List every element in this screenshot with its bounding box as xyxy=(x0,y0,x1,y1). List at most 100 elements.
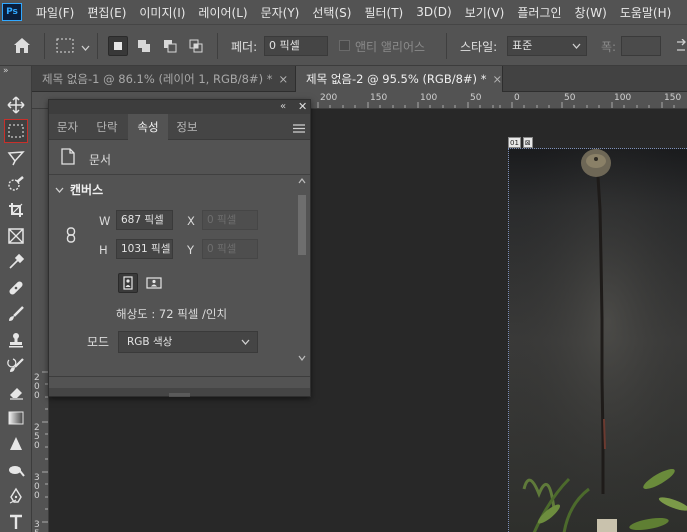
width-label: W xyxy=(99,214,111,228)
marquee-icon[interactable] xyxy=(4,119,28,143)
blur-icon[interactable] xyxy=(4,432,28,456)
ruler-label: 250 xyxy=(34,423,40,451)
chevron-down-icon[interactable] xyxy=(55,183,64,197)
menu-filter[interactable]: 필터(T) xyxy=(358,4,410,21)
menu-view[interactable]: 보기(V) xyxy=(459,4,512,21)
tab-info[interactable]: 정보 xyxy=(168,114,206,140)
chevron-down-icon xyxy=(241,339,250,345)
dodge-icon[interactable] xyxy=(4,458,28,482)
style-select-value: 표준 xyxy=(512,39,533,52)
menu-plugins[interactable]: 플러그인 xyxy=(511,4,568,21)
marquee-preset-icon[interactable] xyxy=(56,38,74,56)
chevron-down-icon[interactable] xyxy=(81,41,90,55)
style-select[interactable]: 표준 xyxy=(507,36,587,56)
menu-help[interactable]: 도움말(H) xyxy=(614,4,679,21)
swap-icon[interactable] xyxy=(675,38,687,56)
menu-type[interactable]: 문자(Y) xyxy=(255,4,307,21)
tab-document-1[interactable]: 제목 없음-1 @ 86.1% (레이어 1, RGB/8#) * × xyxy=(32,66,296,92)
panel-scrollbar[interactable] xyxy=(297,178,307,366)
close-icon[interactable]: × xyxy=(278,72,288,86)
options-bar: 페더: 0 픽셀 앤티 앨리어스 스타일: 표준 폭: xyxy=(0,24,687,66)
add-selection-button[interactable] xyxy=(134,36,154,56)
menu-image[interactable]: 이미지(I) xyxy=(133,4,192,21)
ruler-label: 200 xyxy=(34,373,40,401)
properties-panel: « ✕ 문자 단락 속성 정보 문서 캔버스 W 687 픽셀 X 0 픽셀 H… xyxy=(48,99,311,397)
portrait-orientation-button[interactable] xyxy=(118,273,138,293)
tab-label: 제목 없음-1 @ 86.1% (레이어 1, RGB/8#) * xyxy=(42,72,273,86)
eraser-icon[interactable] xyxy=(4,380,28,404)
width-label: 폭: xyxy=(601,40,617,54)
ruler-label: 50 xyxy=(470,93,482,103)
canvas-x-input[interactable]: 0 픽셀 xyxy=(202,210,258,230)
clone-stamp-icon[interactable] xyxy=(4,328,28,352)
ruler-label: 200 xyxy=(320,93,338,103)
canvas-height-input[interactable]: 1031 픽셀 xyxy=(116,239,173,259)
tab-character[interactable]: 문자 xyxy=(49,114,86,140)
canvas-y-input[interactable]: 0 픽셀 xyxy=(202,239,258,259)
intersect-selection-button[interactable] xyxy=(186,36,206,56)
resolution-text: 해상도 : 72 픽셀 /인치 xyxy=(116,307,228,321)
mode-label: 모드 xyxy=(87,335,110,349)
menu-file[interactable]: 파일(F) xyxy=(30,4,81,21)
menu-layer[interactable]: 레이어(L) xyxy=(192,4,254,21)
tab-paragraph[interactable]: 단락 xyxy=(86,114,128,140)
panel-tab-bar: 문자 단락 속성 정보 xyxy=(49,114,310,140)
tab-label: 제목 없음-2 @ 95.5% (RGB/8#) * xyxy=(306,72,487,86)
collapse-arrows-icon[interactable]: » xyxy=(3,66,9,76)
color-mode-value: RGB 색상 xyxy=(127,336,173,348)
gradient-icon[interactable] xyxy=(4,406,28,430)
ruler-label: 50 xyxy=(564,93,576,103)
eyedropper-icon[interactable] xyxy=(4,250,28,274)
collapse-panel-icon[interactable]: « xyxy=(280,100,286,114)
document-icon xyxy=(61,148,75,168)
history-brush-icon[interactable] xyxy=(4,354,28,378)
tab-properties[interactable]: 속성 xyxy=(128,114,168,140)
link-icon[interactable] xyxy=(66,227,76,246)
marker-icon: ⊠ xyxy=(522,137,533,148)
new-selection-button[interactable] xyxy=(108,36,128,56)
lasso-icon[interactable] xyxy=(4,146,28,170)
home-icon[interactable] xyxy=(13,37,31,57)
ruler-label: 350 xyxy=(34,520,40,532)
x-label: X xyxy=(187,214,195,228)
menu-3d[interactable]: 3D(D) xyxy=(410,5,458,19)
color-mode-select[interactable]: RGB 색상 xyxy=(118,331,258,353)
menu-bar: Ps 파일(F) 편집(E) 이미지(I) 레이어(L) 문자(Y) 선택(S)… xyxy=(0,0,687,24)
ruler-label: 150 xyxy=(664,93,682,103)
panel-menu-icon[interactable] xyxy=(293,122,305,136)
menu-edit[interactable]: 편집(E) xyxy=(81,4,133,21)
style-label: 스타일: xyxy=(460,40,498,54)
ruler-label: 0 xyxy=(514,93,520,103)
close-icon[interactable]: × xyxy=(492,72,502,86)
ruler-label: 300 xyxy=(34,473,40,501)
brush-icon[interactable] xyxy=(4,302,28,326)
document-image[interactable] xyxy=(508,148,687,532)
panel-header[interactable]: « ✕ xyxy=(49,100,310,114)
landscape-orientation-button[interactable] xyxy=(144,273,164,293)
panel-resize-handle[interactable] xyxy=(49,388,310,397)
menu-select[interactable]: 선택(S) xyxy=(306,4,358,21)
frame-icon[interactable] xyxy=(4,224,28,248)
canvas-section-title: 캔버스 xyxy=(70,183,104,197)
feather-input[interactable]: 0 픽셀 xyxy=(264,36,328,56)
pen-icon[interactable] xyxy=(4,484,28,508)
move-icon[interactable] xyxy=(4,93,28,117)
feather-label: 페더: xyxy=(231,40,258,54)
tab-document-2[interactable]: 제목 없음-2 @ 95.5% (RGB/8#) * × xyxy=(296,66,503,92)
ruler-label: 100 xyxy=(614,93,632,103)
crop-icon[interactable] xyxy=(4,198,28,222)
y-label: Y xyxy=(187,243,195,257)
width-input[interactable] xyxy=(621,36,661,56)
antialias-checkbox[interactable] xyxy=(339,40,350,51)
tools-panel: » xyxy=(0,66,32,532)
subtract-selection-button[interactable] xyxy=(160,36,180,56)
layer-marker: 01 ⊠ xyxy=(508,137,533,148)
antialias-label: 앤티 앨리어스 xyxy=(355,40,426,54)
canvas-width-input[interactable]: 687 픽셀 xyxy=(116,210,173,230)
healing-brush-icon[interactable] xyxy=(4,276,28,300)
close-panel-icon[interactable]: ✕ xyxy=(298,100,307,114)
menu-window[interactable]: 창(W) xyxy=(569,4,614,21)
ruler-label: 100 xyxy=(420,93,438,103)
type-icon[interactable] xyxy=(4,510,28,532)
quick-select-icon[interactable] xyxy=(4,172,28,196)
